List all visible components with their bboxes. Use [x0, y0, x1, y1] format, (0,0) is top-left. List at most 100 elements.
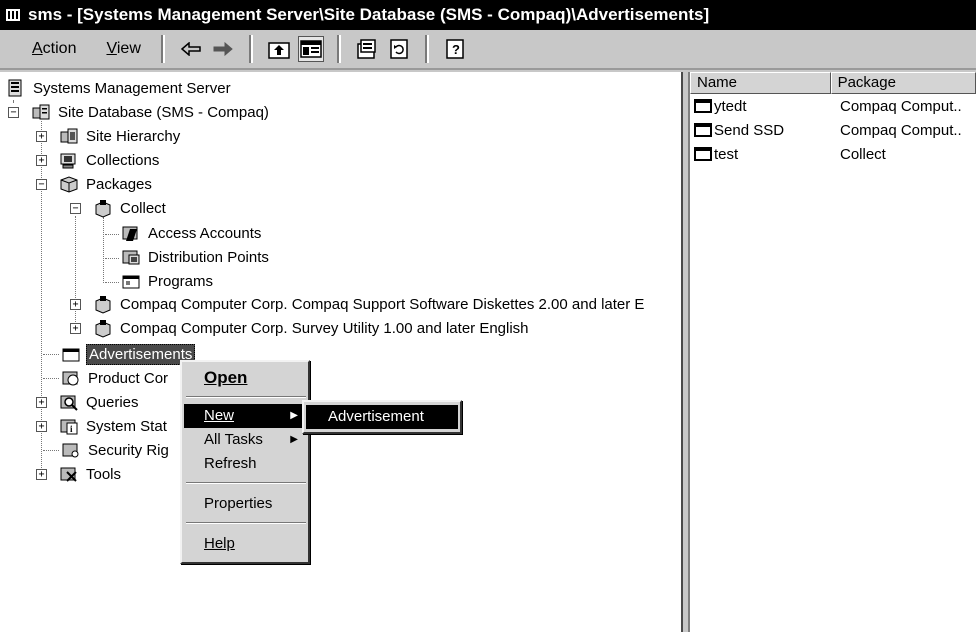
new-submenu: Advertisement [302, 400, 462, 434]
tree-item-site-hierarchy[interactable]: Site Hierarchy [59, 124, 182, 148]
server-icon [8, 79, 22, 97]
up-folder-icon[interactable] [266, 36, 292, 62]
advertisements-icon [62, 348, 80, 362]
tree-item-distribution-points[interactable]: Distribution Points [121, 245, 271, 269]
tree-item-label: Distribution Points [148, 248, 269, 266]
context-menu-new[interactable]: New ▶ [184, 404, 306, 428]
tree-item-label: Security Rig [88, 441, 169, 459]
column-header-package[interactable]: Package [830, 72, 976, 94]
tree-connector [75, 216, 76, 332]
tree-connector [103, 217, 104, 283]
menu-separator [186, 396, 306, 398]
tree-item-packages[interactable]: Packages [59, 172, 154, 196]
column-header-name[interactable]: Name [690, 72, 831, 94]
expand-queries-icon[interactable]: + [36, 397, 47, 408]
tree-item-label: Tools [86, 465, 122, 483]
expand-tools-icon[interactable]: + [36, 469, 47, 480]
tree-connector [43, 450, 59, 451]
menu-action[interactable]: Action [10, 40, 86, 58]
tree-item-queries[interactable]: Queries [59, 390, 141, 414]
tree-item-collect[interactable]: Collect [93, 196, 168, 220]
system-status-icon: i [60, 419, 78, 435]
expand-system-status-icon[interactable]: + [36, 421, 47, 432]
sms-app-icon[interactable] [4, 6, 22, 24]
tree-item-site-database[interactable]: Site Database (SMS - Compaq) [31, 100, 271, 124]
tree-item-security-rights[interactable]: Security Rig [61, 438, 171, 462]
collapse-collect-icon[interactable]: − [70, 203, 81, 214]
context-menu-open[interactable]: Open [184, 366, 306, 390]
collapse-site-db-icon[interactable]: − [8, 107, 19, 118]
window-title: sms - [Systems Management Server\Site Da… [28, 5, 710, 24]
tree-connector [105, 234, 119, 235]
tree-item-programs[interactable]: Programs [121, 269, 215, 293]
submenu-arrow-icon: ▶ [290, 410, 298, 421]
advertisement-icon [694, 147, 712, 161]
tools-icon [60, 467, 77, 482]
list-item-name: test [714, 145, 739, 163]
refresh-icon[interactable] [386, 36, 412, 62]
menu-view[interactable]: View [86, 40, 150, 58]
context-menu: Open New ▶ All Tasks ▶ Refresh Properties … [180, 360, 310, 564]
context-menu-all-tasks[interactable]: All Tasks ▶ [184, 428, 306, 452]
expand-compaq-support-icon[interactable]: + [70, 299, 81, 310]
site-hierarchy-icon [60, 128, 78, 144]
properties-icon[interactable] [354, 36, 380, 62]
tree-item-compaq-survey-utility[interactable]: Compaq Computer Corp. Survey Utility 1.0… [93, 316, 531, 340]
list-header: Name Package [690, 72, 976, 94]
tree-item-system-status[interactable]: i System Stat [59, 414, 169, 438]
toolbar: Action View ? [0, 30, 976, 70]
list-item-name: ytedt [714, 97, 747, 115]
menu-separator [186, 482, 306, 484]
queries-icon [60, 395, 78, 411]
tree-item-access-accounts[interactable]: Access Accounts [121, 221, 263, 245]
tree-item-label: Site Hierarchy [86, 127, 181, 145]
collections-icon [60, 153, 76, 169]
list-pane[interactable]: Name Package ytedt Compaq Comput.. Send … [688, 72, 976, 632]
collapse-packages-icon[interactable]: − [36, 179, 47, 190]
title-bar: sms - [Systems Management Server\Site Da… [0, 0, 976, 30]
svg-text:?: ? [452, 42, 460, 57]
tree-connector [13, 100, 14, 102]
tree-item-compaq-support-software[interactable]: Compaq Computer Corp. Compaq Support Sof… [93, 292, 646, 316]
tree-item-tools[interactable]: Tools [59, 462, 123, 486]
context-menu-refresh[interactable]: Refresh [184, 452, 306, 476]
tree-item-label: Site Database (SMS - Compaq) [58, 103, 269, 121]
menu-separator [186, 522, 306, 524]
tree-connector [105, 258, 119, 259]
expand-site-hierarchy-icon[interactable]: + [36, 131, 47, 142]
tree-item-product-compliance[interactable]: Product Cor [61, 366, 170, 390]
expand-collections-icon[interactable]: + [36, 155, 47, 166]
package-icon [95, 296, 111, 314]
list-row-test[interactable]: test Collect [690, 142, 976, 166]
advertisement-icon [694, 123, 712, 137]
programs-icon [122, 275, 140, 289]
distribution-points-icon [122, 250, 140, 265]
list-row-send-ssd[interactable]: Send SSD Compaq Comput.. [690, 118, 976, 142]
tree-item-label: Compaq Computer Corp. Compaq Support Sof… [120, 295, 645, 313]
package-icon [95, 320, 111, 338]
list-item-name: Send SSD [714, 121, 785, 139]
tree-connector [105, 282, 119, 283]
tree-item-label: Queries [86, 393, 139, 411]
context-menu-help[interactable]: Help [184, 532, 306, 556]
access-accounts-icon [122, 226, 138, 241]
tree-item-advertisements[interactable]: Advertisements [61, 342, 196, 366]
back-arrow-icon[interactable] [178, 36, 204, 62]
package-icon [95, 200, 111, 218]
help-icon[interactable]: ? [442, 36, 468, 62]
toolbar-separator [160, 35, 165, 63]
tree-item-label: System Stat [86, 417, 167, 435]
tree-item-collections[interactable]: Collections [59, 148, 161, 172]
list-row-ytedt[interactable]: ytedt Compaq Comput.. [690, 94, 976, 118]
tree-item-label: Packages [86, 175, 152, 193]
expand-compaq-survey-icon[interactable]: + [70, 323, 81, 334]
site-database-icon [32, 104, 50, 120]
show-hide-tree-icon[interactable] [297, 36, 324, 62]
forward-arrow-icon[interactable] [210, 36, 236, 62]
tree-connector [43, 378, 59, 379]
tree-pane[interactable]: Systems Management Server − Site Databas… [0, 72, 683, 632]
submenu-advertisement[interactable]: Advertisement [306, 405, 458, 429]
tree-item-label: Collections [86, 151, 160, 169]
context-menu-properties[interactable]: Properties [184, 492, 306, 516]
tree-item-systems-management-server[interactable]: Systems Management Server [6, 76, 233, 100]
